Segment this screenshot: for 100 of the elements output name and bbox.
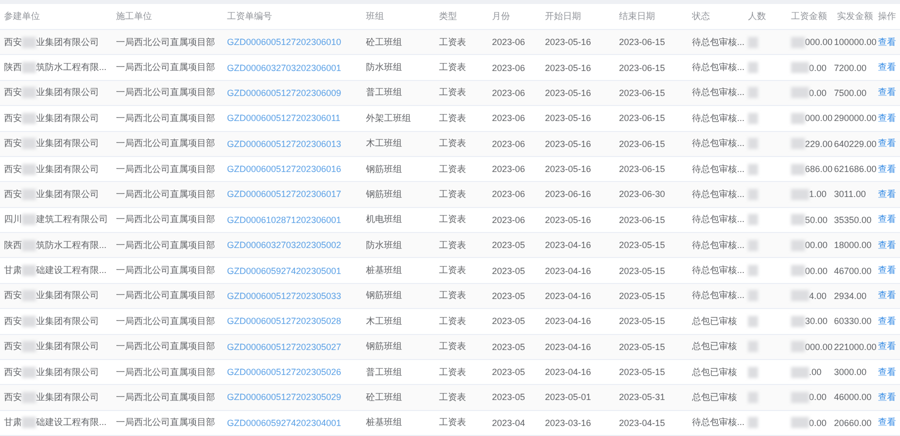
view-link[interactable]: 查看 [878,162,896,176]
payroll-number-link[interactable]: GZD0006005127202306013 [227,138,342,149]
payroll-number-link[interactable]: GZD0006005127202305027 [227,342,342,352]
payroll-number-link[interactable]: GZD0006005127202306017 [227,189,342,200]
redaction-blur [748,214,758,226]
table-cell: 2023-04-16 [545,290,592,301]
table-cell: 2023-05 [492,367,526,378]
redaction-blur [748,392,758,403]
payroll-number-link[interactable]: GZD0006005127202306010 [227,37,342,48]
table-cell: 待总包审核... [692,416,745,430]
table-cell: 木工班组 [366,137,402,150]
view-link[interactable]: 查看 [878,366,896,379]
table-cell: 筑防水工程有限... [36,61,107,74]
view-link[interactable]: 查看 [878,86,896,100]
table-cell: 业集团有限公司 [36,86,99,100]
payroll-number-link[interactable]: GZD0006005127202306009 [227,88,342,98]
table-cell: 2023-06-15 [619,138,666,149]
payroll-number-link[interactable]: GZD0006005127202306016 [227,164,342,174]
view-link[interactable]: 查看 [878,112,896,125]
table-cell: 一局西北公司直属项目部 [116,238,215,252]
table-cell: 待总包审核... [692,162,745,176]
table-cell: 2023-04-16 [545,266,592,276]
table-cell: 4.00 [809,290,827,301]
column-header: 工资金额 [791,10,827,23]
redaction-blur [748,316,758,327]
redaction-blur [22,265,36,276]
view-link[interactable]: 查看 [878,238,896,252]
table-cell: 待总包审核... [692,137,745,150]
view-link[interactable]: 查看 [878,416,896,430]
payroll-number-link[interactable]: GZD0006032703202306001 [227,62,342,73]
view-link[interactable]: 查看 [878,36,896,49]
table-cell: 西安 [4,188,22,201]
redaction-blur [791,214,805,226]
payroll-number-link[interactable]: GZD0006102871202306001 [227,214,342,225]
payroll-number-link[interactable]: GZD0006005127202306011 [227,113,340,124]
table-cell: 工资表 [439,86,466,100]
table-cell: 工资表 [439,314,466,328]
table-cell: 2023-06 [492,37,526,48]
redaction-blur [791,290,809,302]
table-cell: 一局西北公司直属项目部 [116,264,215,278]
table-cell: 钢筋班组 [366,289,402,302]
redaction-blur [22,112,36,124]
table-cell: 2023-04-16 [545,367,592,378]
view-link[interactable]: 查看 [878,61,896,74]
payroll-number-link[interactable]: GZD0006059274202304001 [227,418,342,428]
table-cell: 2023-05-31 [619,392,666,402]
column-header: 类型 [439,10,457,23]
payroll-number-link[interactable]: GZD0006005127202305033 [227,290,342,301]
view-link[interactable]: 查看 [878,289,896,302]
table-cell: 业集团有限公司 [36,314,99,328]
table-cell: 20660.00 [834,418,872,428]
payroll-number-link[interactable]: GZD0006005127202305029 [227,392,342,402]
view-link[interactable]: 查看 [878,314,896,328]
table-cell: 工资表 [439,36,466,49]
redaction-blur [791,188,809,200]
table-cell: 2023-05-15 [619,316,666,326]
table-cell: 工资表 [439,213,466,226]
table-cell: 2023-06 [492,164,526,174]
redaction-blur [748,240,758,251]
table-cell: 甘肃 [4,264,22,278]
view-link[interactable]: 查看 [878,137,896,150]
payroll-number-link[interactable]: GZD0006059274202305001 [227,266,342,276]
table-cell: 0.00 [809,88,827,98]
redaction-blur [22,290,36,302]
payroll-number-link[interactable]: GZD0006032703202305002 [227,240,342,250]
view-link[interactable]: 查看 [878,340,896,354]
view-link[interactable]: 查看 [878,264,896,278]
table-cell: 2023-06-15 [619,88,666,98]
table-cell: 钢筋班组 [366,340,402,354]
redaction-blur [791,138,805,150]
table-cell: 待总包审核... [692,264,745,278]
table-cell: 西安 [4,340,22,354]
table-cell: 2023-05-15 [619,266,666,276]
view-link[interactable]: 查看 [878,390,896,404]
table-cell: 业集团有限公司 [36,390,99,404]
payroll-number-link[interactable]: GZD0006005127202305026 [227,367,342,378]
table-cell: 2023-05 [492,290,526,301]
table-cell: 业集团有限公司 [36,340,99,354]
table-cell: 2023-06-15 [619,214,666,225]
table-cell: 待总包审核... [692,238,745,252]
table-cell: 2023-05-16 [545,88,592,98]
table-cell: 工资表 [439,112,466,125]
column-header: 状态 [692,10,710,23]
view-link[interactable]: 查看 [878,188,896,201]
table-cell: 西安 [4,390,22,404]
table-cell: 0.00 [809,62,827,73]
redaction-blur [748,188,758,200]
redaction-blur [22,62,36,74]
view-link[interactable]: 查看 [878,213,896,226]
table-cell: 2023-05-15 [619,240,666,250]
table-cell: 60330.00 [834,316,872,326]
table-cell: 一局西北公司直属项目部 [116,137,215,150]
table-cell: 普工班组 [366,366,402,379]
payroll-number-link[interactable]: GZD0006005127202305028 [227,316,342,326]
table-cell: 业集团有限公司 [36,36,99,49]
table-cell: 0.00 [809,392,827,402]
table-cell: 2023-06-15 [619,113,666,124]
redaction-blur [748,417,758,428]
table-cell: 筑防水工程有限... [36,238,107,252]
table-cell: 西安 [4,137,22,150]
